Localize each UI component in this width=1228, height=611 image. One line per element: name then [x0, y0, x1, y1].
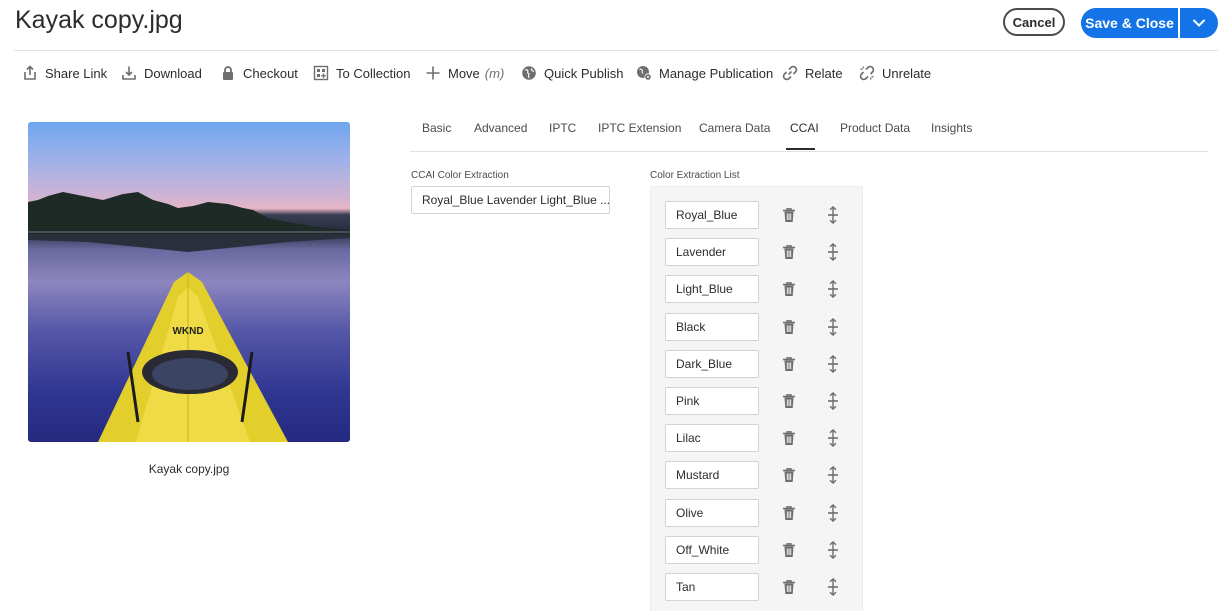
- color-list-item: Mustard: [665, 461, 855, 489]
- color-name-field[interactable]: Olive: [665, 499, 759, 527]
- to-collection-button[interactable]: To Collection: [313, 62, 410, 84]
- color-list-label: Color Extraction List: [650, 170, 740, 181]
- drag-handle-icon[interactable]: [825, 466, 841, 484]
- active-tab-indicator: [786, 148, 815, 150]
- relate-label: Relate: [805, 65, 843, 81]
- color-name-field[interactable]: Lilac: [665, 424, 759, 452]
- asset-caption: Kayak copy.jpg: [148, 462, 230, 476]
- tab-ccai[interactable]: CCAI: [790, 121, 819, 135]
- asset-title: Kayak copy.jpg: [15, 6, 183, 34]
- drag-handle-icon[interactable]: [825, 318, 841, 336]
- trash-icon[interactable]: [781, 467, 797, 483]
- download-label: Download: [144, 65, 202, 81]
- manage-publication-label: Manage Publication: [659, 65, 774, 81]
- trash-icon[interactable]: [781, 207, 797, 223]
- trash-icon[interactable]: [781, 430, 797, 446]
- checkout-button[interactable]: Checkout: [220, 62, 298, 84]
- color-list-item: Royal_Blue: [665, 201, 855, 229]
- ccai-extraction-label: CCAI Color Extraction: [411, 170, 509, 181]
- color-list-item: Black: [665, 313, 855, 341]
- drag-handle-icon[interactable]: [825, 355, 841, 373]
- trash-icon[interactable]: [781, 244, 797, 260]
- tab-product-data[interactable]: Product Data: [840, 121, 910, 135]
- move-button[interactable]: Move (m): [425, 62, 504, 84]
- ccai-extraction-field[interactable]: Royal_Blue Lavender Light_Blue ...: [411, 186, 610, 214]
- tab-camera-data[interactable]: Camera Data: [699, 121, 770, 135]
- kayak-badge: WKND: [172, 326, 203, 337]
- color-name-field[interactable]: Mustard: [665, 461, 759, 489]
- share-icon: [24, 65, 36, 80]
- color-list-item: Tan: [665, 573, 855, 601]
- drag-handle-icon[interactable]: [825, 280, 841, 298]
- asset-thumbnail: WKND: [28, 122, 350, 442]
- drag-handle-icon[interactable]: [825, 504, 841, 522]
- trash-icon[interactable]: [781, 505, 797, 521]
- color-list-item: Off_White: [665, 536, 855, 564]
- color-name-field[interactable]: Dark_Blue: [665, 350, 759, 378]
- color-name-field[interactable]: Black: [665, 313, 759, 341]
- tab-advanced[interactable]: Advanced: [474, 121, 527, 135]
- tab-iptc[interactable]: IPTC: [549, 121, 576, 135]
- relate-button[interactable]: Relate: [782, 62, 843, 84]
- download-button[interactable]: Download: [121, 62, 202, 84]
- trash-icon[interactable]: [781, 319, 797, 335]
- cancel-button[interactable]: Cancel: [1003, 8, 1065, 36]
- save-close-label: Save & Close: [1085, 15, 1174, 31]
- collection-icon: [313, 65, 329, 81]
- color-name-field[interactable]: Lavender: [665, 238, 759, 266]
- drag-handle-icon[interactable]: [825, 206, 841, 224]
- trash-icon[interactable]: [781, 393, 797, 409]
- drag-handle-icon[interactable]: [825, 392, 841, 410]
- drag-handle-icon[interactable]: [825, 429, 841, 447]
- trash-icon[interactable]: [781, 542, 797, 558]
- share-link-button[interactable]: Share Link: [22, 62, 107, 84]
- download-icon: [122, 66, 136, 80]
- lock-icon: [223, 66, 233, 80]
- to-collection-label: To Collection: [336, 65, 411, 81]
- unlink-icon: [859, 65, 875, 81]
- manage-publication-button[interactable]: Manage Publication: [636, 62, 773, 84]
- unrelate-button[interactable]: Unrelate: [859, 62, 931, 84]
- trash-icon[interactable]: [781, 579, 797, 595]
- color-list-item: Pink: [665, 387, 855, 415]
- metadata-tabs: Basic Advanced IPTC IPTC Extension Camer…: [410, 115, 1208, 152]
- trash-icon[interactable]: [781, 281, 797, 297]
- tab-iptc-extension[interactable]: IPTC Extension: [598, 121, 681, 135]
- save-close-button[interactable]: Save & Close: [1081, 8, 1178, 38]
- save-options-dropdown-button[interactable]: [1180, 8, 1218, 38]
- color-name-field[interactable]: Tan: [665, 573, 759, 601]
- move-label: Move: [448, 65, 480, 81]
- drag-handle-icon[interactable]: [825, 541, 841, 559]
- unrelate-label: Unrelate: [882, 65, 932, 81]
- move-shortcut: (m): [484, 65, 505, 81]
- color-name-field[interactable]: Off_White: [665, 536, 759, 564]
- globe-gear-icon: [637, 66, 652, 81]
- color-list-item: Dark_Blue: [665, 350, 855, 378]
- share-link-label: Share Link: [45, 65, 108, 81]
- color-name-field[interactable]: Light_Blue: [665, 275, 759, 303]
- link-icon: [782, 65, 798, 81]
- drag-handle-icon[interactable]: [825, 578, 841, 596]
- header-divider: [14, 50, 1218, 51]
- color-name-field[interactable]: Pink: [665, 387, 759, 415]
- quick-publish-button[interactable]: Quick Publish: [521, 62, 623, 84]
- tab-basic[interactable]: Basic: [422, 121, 451, 135]
- kayak-photo: WKND: [28, 192, 350, 442]
- chevron-down-icon: [1193, 19, 1205, 27]
- move-icon: [426, 66, 440, 80]
- color-list-item: Olive: [665, 499, 855, 527]
- drag-handle-icon[interactable]: [825, 243, 841, 261]
- checkout-label: Checkout: [243, 65, 298, 81]
- tab-insights[interactable]: Insights: [931, 121, 972, 135]
- trash-icon[interactable]: [781, 356, 797, 372]
- color-list-item: Lavender: [665, 238, 855, 266]
- color-name-field[interactable]: Royal_Blue: [665, 201, 759, 229]
- color-list-item: Lilac: [665, 424, 855, 452]
- color-list-item: Light_Blue: [665, 275, 855, 303]
- globe-icon: [522, 66, 536, 80]
- quick-publish-label: Quick Publish: [544, 65, 624, 81]
